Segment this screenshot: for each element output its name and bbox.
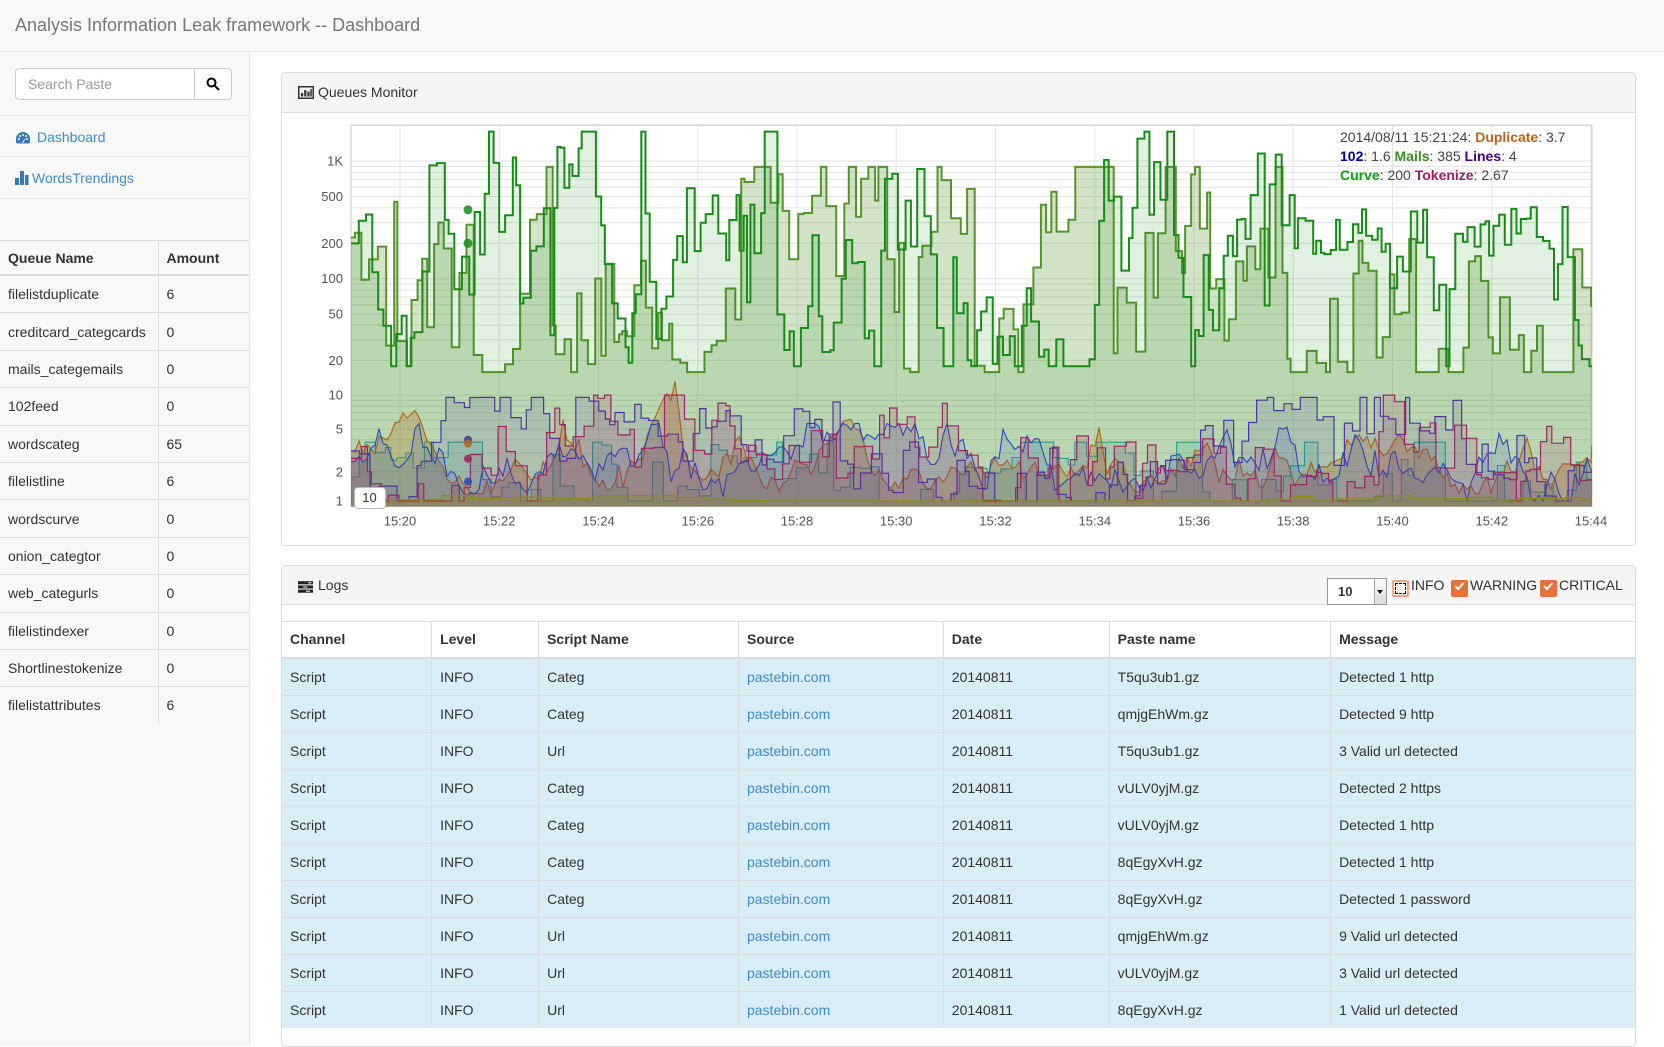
svg-text:20: 20 xyxy=(329,353,343,368)
svg-text:15:36: 15:36 xyxy=(1178,514,1211,529)
svg-text:1K: 1K xyxy=(327,154,343,169)
svg-text:15:32: 15:32 xyxy=(979,514,1012,529)
svg-text:15:20: 15:20 xyxy=(384,514,417,529)
svg-text:15:22: 15:22 xyxy=(483,514,516,529)
svg-text:15:26: 15:26 xyxy=(682,514,715,529)
svg-text:15:40: 15:40 xyxy=(1376,514,1409,529)
svg-text:15:24: 15:24 xyxy=(582,514,615,529)
svg-text:10: 10 xyxy=(329,388,343,403)
svg-text:15:44: 15:44 xyxy=(1575,514,1608,529)
svg-text:15:42: 15:42 xyxy=(1476,514,1509,529)
svg-text:15:34: 15:34 xyxy=(1079,514,1112,529)
svg-text:50: 50 xyxy=(329,307,343,322)
svg-text:500: 500 xyxy=(321,189,343,204)
svg-text:15:30: 15:30 xyxy=(880,514,913,529)
svg-text:2: 2 xyxy=(336,464,343,479)
svg-text:5: 5 xyxy=(336,422,343,437)
svg-text:200: 200 xyxy=(321,236,343,251)
svg-text:15:38: 15:38 xyxy=(1277,514,1310,529)
svg-text:1: 1 xyxy=(336,494,343,509)
svg-text:100: 100 xyxy=(321,271,343,286)
svg-text:15:28: 15:28 xyxy=(781,514,814,529)
